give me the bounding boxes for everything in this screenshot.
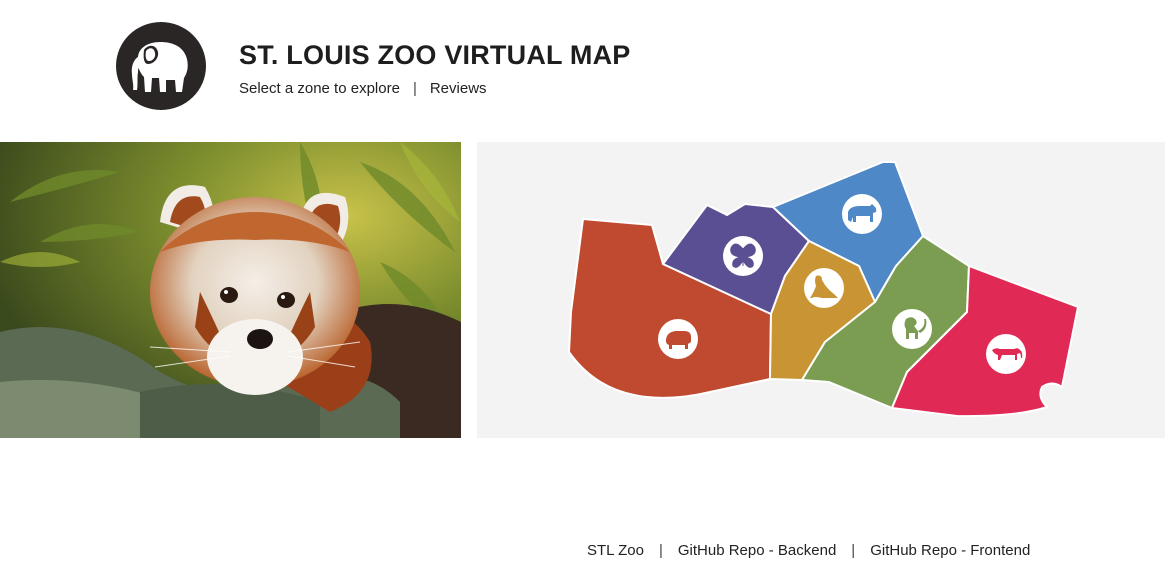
elephant-icon — [131, 42, 188, 92]
page-title: ST. LOUIS ZOO VIRTUAL MAP — [239, 40, 631, 70]
zoo-map-svg — [568, 161, 1079, 418]
footer-link-backend-repo[interactable]: GitHub Repo - Backend — [678, 542, 836, 559]
footer-link-frontend-repo[interactable]: GitHub Repo - Frontend — [870, 542, 1030, 559]
zoo-logo[interactable] — [116, 22, 206, 110]
nav-separator: | — [412, 80, 417, 97]
red-panda-photo — [0, 142, 461, 438]
footer-link-stl-zoo[interactable]: STL Zoo — [587, 542, 644, 559]
header-nav: Select a zone to explore | Reviews — [239, 80, 487, 97]
hippo-icon[interactable] — [658, 319, 698, 359]
butterfly-icon[interactable] — [723, 236, 763, 276]
footer-separator: | — [658, 542, 663, 559]
sea-lion-icon[interactable] — [804, 268, 844, 308]
bear-icon[interactable] — [842, 194, 882, 234]
reviews-link[interactable]: Reviews — [430, 80, 487, 97]
select-zone-link[interactable]: Select a zone to explore — [239, 80, 400, 97]
footer-links: STL Zoo | GitHub Repo - Backend | GitHub… — [587, 542, 1030, 559]
zoo-map — [477, 142, 1165, 438]
footer-separator: | — [851, 542, 856, 559]
big-cat-icon[interactable] — [986, 334, 1026, 374]
monkey-icon[interactable] — [892, 309, 932, 349]
hero-photo — [0, 142, 461, 438]
